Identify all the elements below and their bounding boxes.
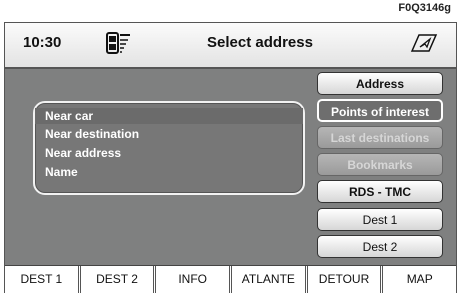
bottom-tab-bar: DEST 1 DEST 2 INFO ATLANTE DETOUR MAP (5, 265, 456, 293)
dest-2-button[interactable]: Dest 2 (317, 235, 443, 258)
figure-code: F0Q3146g (398, 2, 451, 14)
bookmarks-button[interactable]: Bookmarks (317, 153, 443, 176)
list-item-near-car[interactable]: Near car (45, 109, 93, 123)
list-item-name[interactable]: Name (45, 165, 78, 179)
list-item-near-destination[interactable]: Near destination (45, 127, 139, 141)
tab-detour[interactable]: DETOUR (308, 266, 384, 293)
rds-tmc-button[interactable]: RDS - TMC (317, 180, 443, 203)
clock-time: 10:30 (23, 34, 62, 51)
navigation-arrow-icon[interactable] (410, 31, 438, 55)
page-title: Select address (207, 34, 313, 51)
tab-atlante[interactable]: ATLANTE (232, 266, 308, 293)
points-of-interest-button[interactable]: Points of interest (317, 99, 443, 122)
tab-dest-1[interactable]: DEST 1 (5, 266, 81, 293)
header-bar: 10:30 Select address (5, 23, 456, 69)
tab-map[interactable]: MAP (383, 266, 456, 293)
last-destinations-button[interactable]: Last destinations (317, 126, 443, 149)
tab-dest-2[interactable]: DEST 2 (81, 266, 157, 293)
address-button[interactable]: Address (317, 72, 443, 95)
dest-1-button[interactable]: Dest 1 (317, 208, 443, 231)
navigation-screen: 10:30 Select address Near car Near desti… (4, 22, 457, 293)
address-option-list: Near car Near destination Near address N… (33, 101, 305, 195)
tab-info[interactable]: INFO (156, 266, 233, 293)
phone-signal-icon (106, 32, 130, 54)
list-item-near-address[interactable]: Near address (45, 146, 121, 160)
